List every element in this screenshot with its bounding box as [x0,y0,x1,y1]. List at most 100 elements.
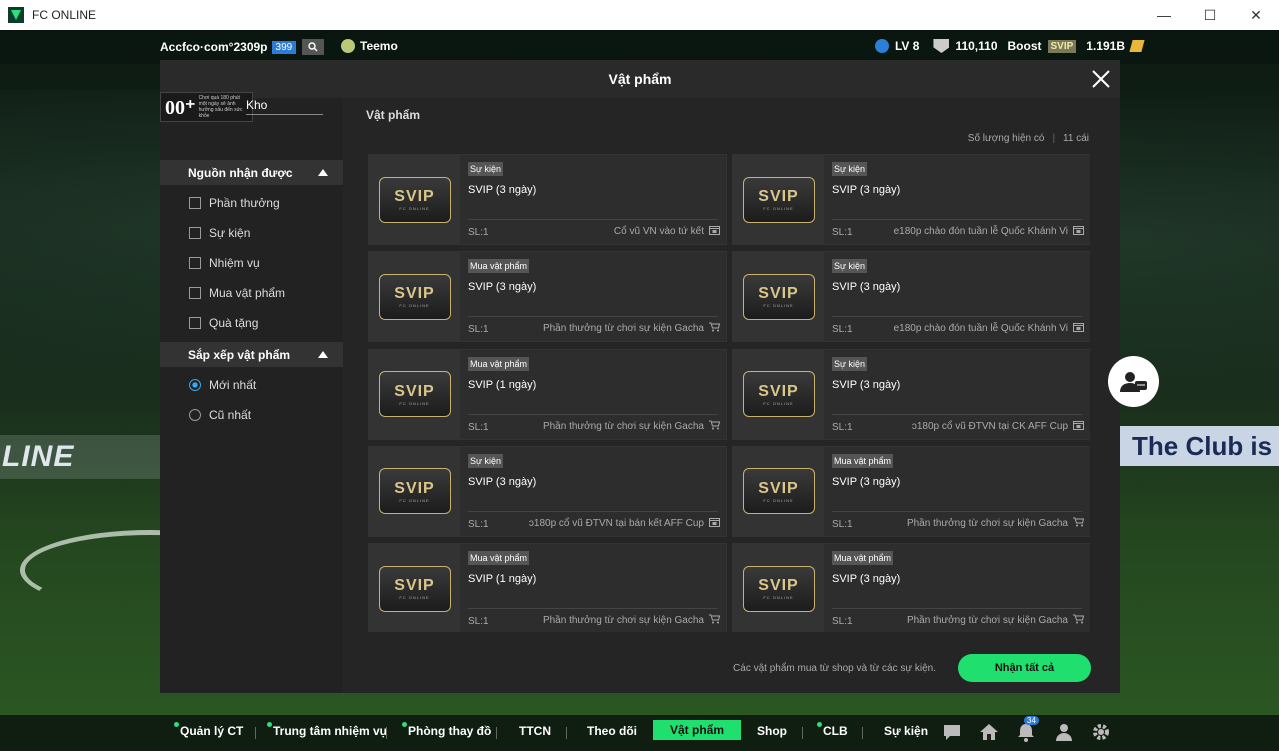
close-window-button[interactable]: ✕ [1233,0,1279,30]
filter-reward[interactable]: Phần thưởng [189,196,280,210]
item-card[interactable]: SVIP FC ONLINE Mua vật phẩm SVIP (3 ngày) SL… [368,251,727,343]
filter-label: Nhiệm vụ [209,256,260,270]
svip-logo-sub: FC ONLINE [763,595,794,601]
item-thumbnail: SVIP FC ONLINE [733,252,824,342]
nav-follow[interactable]: Theo dõi [587,724,637,738]
friend-chat-button[interactable] [1108,356,1159,407]
svip-logo-text: SVIP [758,577,799,595]
item-card[interactable]: SVIP FC ONLINE Sự kiện SVIP (3 ngày) SL:1 e18… [732,154,1090,245]
checkbox[interactable] [189,257,201,269]
item-quantity: SL:1 [832,227,853,238]
item-name: SVIP (1 ngày) [468,378,537,391]
calendar-icon [1073,420,1084,433]
checkbox[interactable] [189,317,201,329]
item-name: SVIP (3 ngày) [468,184,537,196]
nav-events[interactable]: Sự kiện [884,724,928,738]
filter-mission[interactable]: Nhiệm vụ [189,256,260,270]
nav-shop[interactable]: Shop [757,724,787,738]
svip-logo-text: SVIP [394,188,435,205]
item-tag: Sự kiện [832,162,868,176]
item-card[interactable]: SVIP FC ONLINE Mua vật phẩm SVIP (3 ngày) SL… [732,445,1090,537]
level-value: LV 8 [894,39,920,53]
item-tag: Mua vật phẩm [468,259,530,274]
nav-ttcn[interactable]: TTCN [519,724,551,738]
item-divider [832,219,1082,220]
user-info: Accfco·com°2309p 399 [160,39,325,55]
username: Accfco·com°2309p [160,40,268,54]
collapse-triangle-icon [318,169,328,176]
item-tag: Mua vật phẩm [468,356,530,371]
filter-event[interactable]: Sự kiện [189,226,250,240]
checkbox[interactable] [189,197,201,209]
chat-icon[interactable] [942,722,962,742]
source-section-header[interactable]: Nguồn nhận được [160,160,343,185]
minimize-button[interactable]: — [1141,0,1187,30]
filter-gift[interactable]: Quà tặng [189,316,258,330]
cart-icon [1073,614,1084,627]
item-card[interactable]: SVIP FC ONLINE Sự kiện SVIP (3 ngày) SL:1 Cổ … [368,154,727,245]
radio-button[interactable] [189,379,201,391]
window-title: FC ONLINE [32,8,97,22]
item-name: SVIP (3 ngày) [832,378,901,391]
sort-section-header[interactable]: Sắp xếp vật phẩm [160,342,343,367]
claim-all-button[interactable]: Nhận tất cả [958,654,1091,682]
team-emblem-icon [341,39,355,53]
modal-header: Vật phẩm [160,60,1120,98]
nav-locker-room[interactable]: Phòng thay đồ [402,722,491,738]
item-name: SVIP (3 ngày) [832,475,901,488]
sort-newest[interactable]: Mới nhất [189,378,256,392]
sort-section-label: Sắp xếp vật phẩm [188,347,291,362]
app-logo-icon [8,7,24,23]
item-source-text: ɔ180p cổ vũ ĐTVN tại CK AFF Cup [911,420,1068,432]
sort-oldest[interactable]: Cũ nhất [189,408,251,422]
item-source: Phần thưởng từ chơi sự kiện Gacha [543,420,720,433]
storage-tab[interactable]: Kho [246,98,323,115]
item-card[interactable]: SVIP FC ONLINE Sự kiện SVIP (3 ngày) SL:1 ɔ18… [732,348,1090,440]
item-count: Số lượng hiện có | 11 cái [968,133,1089,144]
nav-items[interactable]: Vật phẩm [653,720,742,740]
item-card[interactable]: SVIP FC ONLINE Mua vật phẩm SVIP (1 ngày) SL… [368,543,727,632]
item-source: e180p chào đón tuần lễ Quốc Khánh Vi [894,225,1084,238]
ovr-shield-icon [933,39,950,53]
radio-button[interactable] [189,409,201,421]
item-divider [832,510,1082,512]
svip-logo-sub: FC ONLINE [399,400,430,406]
nav-mission-center[interactable]: Trung tâm nhiệm vụ [267,722,387,738]
item-quantity: SL:1 [468,421,489,433]
close-icon[interactable] [1090,68,1112,90]
item-divider [468,608,718,610]
window-titlebar: FC ONLINE — ☐ ✕ [0,0,1279,30]
filter-label: Sự kiện [209,226,251,240]
item-card[interactable]: SVIP FC ONLINE Sự kiện SVIP (3 ngày) SL:1 ɔ18… [368,445,727,537]
search-icon[interactable] [302,39,325,55]
item-card[interactable]: SVIP FC ONLINE Mua vật phẩm SVIP (3 ngày) SL… [732,543,1090,632]
svip-logo-sub: FC ONLINE [399,497,430,503]
filter-label: Phần thưởng [209,196,280,210]
item-source-text: Phần thưởng từ chơi sự kiện Gacha [906,615,1068,627]
item-tag: Sự kiện [832,259,868,274]
item-thumbnail: SVIP FC ONLINE [369,349,460,439]
item-source: Phần thưởng từ chơi sự kiện Gacha [543,614,720,627]
maximize-button[interactable]: ☐ [1187,0,1233,30]
checkbox[interactable] [189,287,201,299]
svip-tag: SVIP [1047,39,1077,53]
item-tag: Mua vật phẩm [468,551,530,566]
checkbox[interactable] [189,227,201,239]
profile-icon[interactable] [1054,722,1074,742]
boost-label: Boost [1007,39,1042,53]
bell-icon[interactable] [1016,722,1036,742]
item-card[interactable]: SVIP FC ONLINE Mua vật phẩm SVIP (1 ngày) SL… [368,348,727,440]
filter-purchase[interactable]: Mua vật phẩm [189,286,285,300]
svip-logo: SVIP FC ONLINE [742,468,815,515]
nav-club[interactable]: CLB [817,722,848,738]
filter-sidebar: Nguồn nhận được Phần thưởng Sự kiện Nhiệ… [160,98,343,693]
nav-squad[interactable]: Quản lý CT [174,722,243,738]
svip-logo-text: SVIP [758,188,799,205]
settings-gear-icon[interactable] [1091,722,1111,742]
item-source-text: e180p chào đón tuần lễ Quốc Khánh Vi [893,226,1068,237]
item-divider [468,413,718,415]
item-grid[interactable]: SVIP FC ONLINE Sự kiện SVIP (3 ngày) SL:1 Cổ … [368,154,1090,632]
item-card[interactable]: SVIP FC ONLINE Sự kiện SVIP (3 ngày) SL:1 e18… [732,251,1090,343]
home-icon[interactable] [979,722,999,742]
svip-logo: SVIP FC ONLINE [742,371,815,418]
